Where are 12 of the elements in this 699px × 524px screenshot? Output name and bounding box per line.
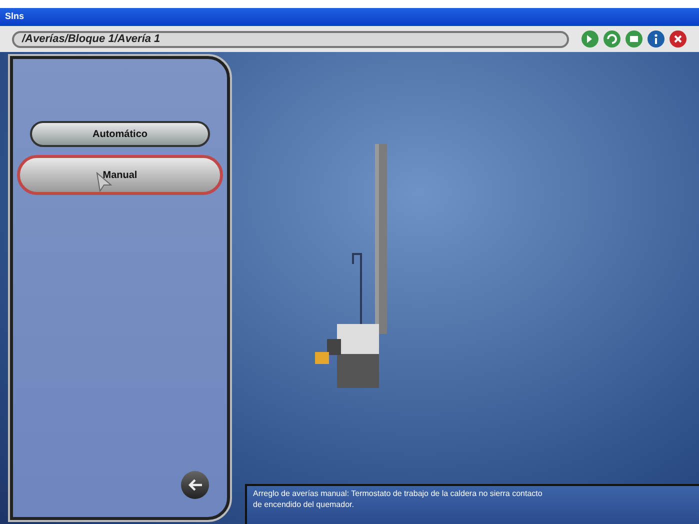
forward-button[interactable] bbox=[581, 30, 599, 48]
window-title: Slns bbox=[5, 10, 24, 24]
mode-button[interactable]: Automático bbox=[30, 121, 210, 147]
print-button[interactable] bbox=[625, 30, 643, 48]
info-button[interactable] bbox=[647, 30, 665, 48]
message-text: Arreglo de averías manual: Termostato de trabajo de la caldera no sierra contacto de encendido del quemador. bbox=[253, 488, 544, 510]
left-arrow-icon bbox=[187, 478, 203, 492]
reload-button[interactable] bbox=[603, 30, 621, 48]
back-button[interactable] bbox=[181, 471, 209, 499]
close-button[interactable] bbox=[669, 30, 687, 48]
path-field: /Averías/Bloque 1/Avería 1 bbox=[12, 30, 569, 48]
mode-button[interactable]: Manual bbox=[17, 155, 223, 195]
